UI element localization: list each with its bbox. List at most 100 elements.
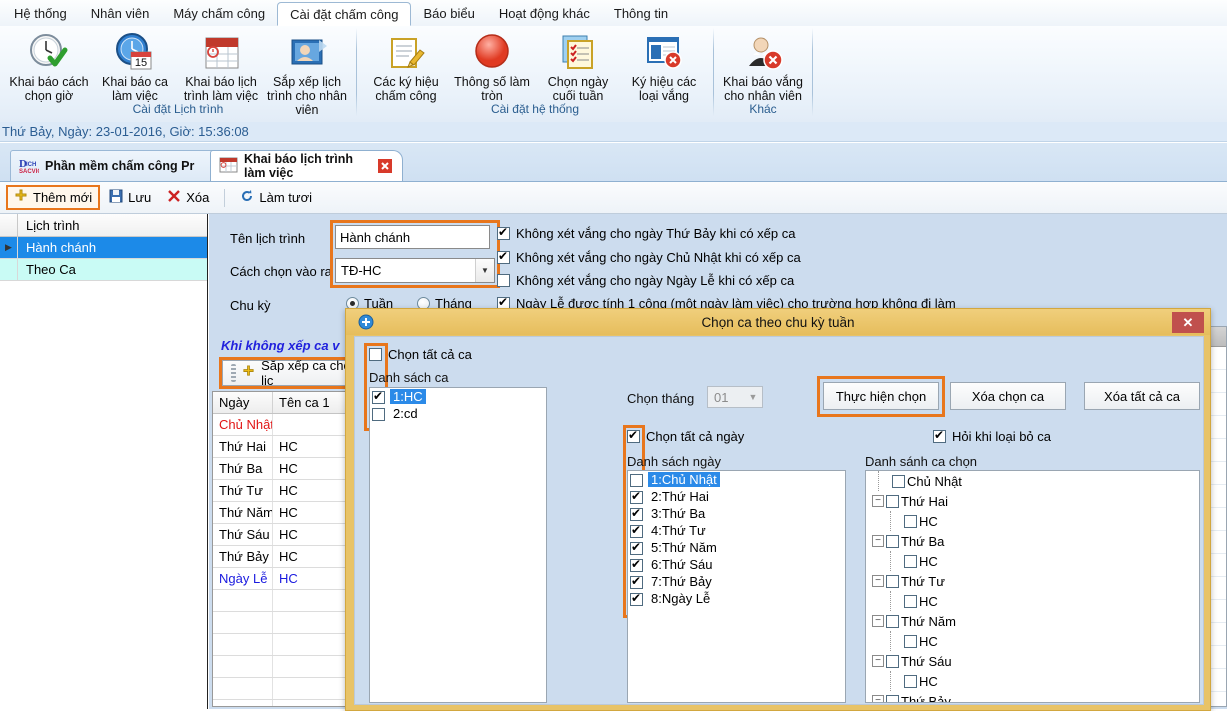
delete-button[interactable]: Xóa (160, 186, 216, 209)
checkbox-indicator[interactable] (630, 473, 643, 487)
save-button[interactable]: Lưu (102, 186, 158, 209)
add-new-button[interactable]: Thêm mới (6, 185, 101, 210)
table-row-empty[interactable] (213, 678, 347, 700)
collapse-icon[interactable]: − (872, 575, 884, 587)
checkbox-indicator[interactable] (886, 614, 899, 628)
dialog-close-button[interactable]: ✕ (1172, 312, 1204, 333)
checkbox-indicator[interactable] (886, 574, 899, 588)
table-row[interactable]: Thứ Bảy HC (213, 546, 347, 568)
list-item[interactable]: 8:Ngày Lễ (628, 590, 845, 607)
drag-grip-handle[interactable] (231, 364, 237, 382)
document-tab-phan-mem-cham-cong[interactable]: D ICH SACVIO Phần mềm chấm công Pr (10, 150, 235, 181)
checkbox-indicator[interactable] (630, 557, 643, 572)
table-row[interactable]: Ngày Lễ HC (213, 568, 347, 590)
table-row-empty[interactable] (213, 700, 347, 706)
month-select[interactable]: 01 ▼ (707, 386, 763, 408)
tree-node[interactable]: HC (866, 591, 1199, 611)
ribbon-button-thong-so-lam-tron[interactable]: Thông số làm tròn (449, 30, 535, 103)
checkbox-indicator[interactable] (630, 574, 643, 589)
document-tab-khai-bao-lich-trinh[interactable]: Khai báo lịch trình làm việc (210, 150, 403, 181)
list-item[interactable]: 3:Thứ Ba (628, 505, 845, 522)
menu-tab-cai-dat-cham-cong[interactable]: Cài đặt chấm công (277, 2, 412, 26)
schedule-name-input[interactable] (335, 225, 490, 249)
clear-all-shift-button[interactable]: Xóa tất cả ca (1084, 382, 1200, 410)
refresh-button[interactable]: Làm tươi (233, 186, 319, 209)
tree-node[interactable]: − Thứ Bảy (866, 691, 1199, 702)
tree-node[interactable]: HC (866, 671, 1199, 691)
checkbox-indicator[interactable] (904, 634, 917, 648)
tree-node[interactable]: − Thứ Tư (866, 571, 1199, 591)
ribbon-button-khai-bao-ca-lam-viec[interactable]: 15 Khai báo ca làm việc (92, 30, 178, 103)
checkbox-indicator[interactable] (630, 489, 643, 504)
inout-method-select[interactable]: TĐ-HC ▼ (335, 258, 495, 283)
ribbon-button-ky-hieu-cac-loai-vang[interactable]: Ký hiệu các loại vắng (621, 30, 707, 103)
tree-node[interactable]: − Thứ Sáu (866, 651, 1199, 671)
tree-node[interactable]: − Thứ Năm (866, 611, 1199, 631)
menu-tab-nhan-vien[interactable]: Nhân viên (79, 0, 162, 26)
ribbon-button-khai-bao-lich-trinh-lam-viec[interactable]: Khai báo lịch trình làm việc (178, 30, 264, 103)
tree-node[interactable]: HC (866, 551, 1199, 571)
table-row[interactable]: Thứ Tư HC (213, 480, 347, 502)
list-item[interactable]: 2:cd (370, 405, 546, 422)
option-khong-xet-vang-chu-nhat[interactable]: Không xét vắng cho ngày Chủ Nhật khi có … (497, 249, 801, 265)
chosen-shift-tree[interactable]: Chủ Nhật − Thứ Hai HC − Thứ Ba HC − Thứ Tư … (865, 470, 1200, 703)
ribbon-button-cac-ky-hieu-cham-cong[interactable]: Các ký hiệu chấm công (363, 30, 449, 103)
table-row[interactable]: Thứ Ba HC (213, 458, 347, 480)
table-row-empty[interactable] (213, 634, 347, 656)
list-item[interactable]: 4:Thứ Tư (628, 522, 845, 539)
collapse-icon[interactable]: − (872, 535, 884, 547)
collapse-icon[interactable]: − (872, 655, 884, 667)
list-item[interactable]: 6:Thứ Sáu (628, 556, 845, 573)
collapse-icon[interactable]: − (872, 695, 884, 702)
close-icon[interactable] (378, 159, 392, 173)
ribbon-button-khai-bao-vang-cho-nhan-vien[interactable]: Khai báo vắng cho nhân viên (720, 30, 806, 103)
table-row[interactable]: Thứ Sáu HC (213, 524, 347, 546)
option-khong-xet-vang-ngay-le[interactable]: Không xét vắng cho ngày Ngày Lễ khi có x… (497, 273, 794, 288)
tree-node[interactable]: HC (866, 631, 1199, 651)
list-item[interactable]: 7:Thứ Bảy (628, 573, 845, 590)
shift-listbox[interactable]: 1:HC 2:cd (369, 387, 547, 703)
tree-node[interactable]: HC (866, 511, 1199, 531)
tree-node[interactable]: Chủ Nhật (866, 471, 1199, 491)
checkbox-indicator[interactable] (630, 540, 643, 555)
table-row[interactable]: Thứ Hai HC (213, 436, 347, 458)
list-item[interactable]: 1:HC (370, 388, 546, 405)
check-all-days[interactable]: Chọn tất cả ngày (627, 428, 744, 444)
table-row-empty[interactable] (213, 612, 347, 634)
menu-tab-thong-tin[interactable]: Thông tin (602, 0, 680, 26)
schedule-row-theo-ca[interactable]: Theo Ca (0, 259, 207, 281)
checkbox-indicator[interactable] (630, 523, 643, 538)
list-item[interactable]: 1:Chủ Nhật (628, 471, 845, 488)
checkbox-indicator[interactable] (630, 506, 643, 521)
day-listbox[interactable]: 1:Chủ Nhật 2:Thứ Hai 3:Thứ Ba 4:Thứ Tư 5… (627, 470, 846, 703)
menu-tab-may-cham-cong[interactable]: Máy chấm công (161, 0, 277, 26)
clear-selected-shift-button[interactable]: Xóa chọn ca (950, 382, 1066, 410)
checkbox-indicator[interactable] (630, 591, 643, 606)
checkbox-indicator[interactable] (372, 407, 385, 421)
checkbox-indicator[interactable] (892, 474, 905, 488)
arrange-shift-button[interactable]: Sắp xếp ca cho lịc (222, 358, 360, 388)
ribbon-button-chon-ngay-cuoi-tuan[interactable]: Chọn ngày cuối tuần (535, 30, 621, 103)
table-row-empty[interactable] (213, 590, 347, 612)
list-item[interactable]: 5:Thứ Năm (628, 539, 845, 556)
menu-tab-hoat-dong-khac[interactable]: Hoạt động khác (487, 0, 602, 26)
table-row[interactable]: Thứ Năm HC (213, 502, 347, 524)
checkbox-indicator[interactable] (886, 534, 899, 548)
menu-tab-bao-bieu[interactable]: Báo biểu (411, 0, 486, 26)
checkbox-indicator[interactable] (886, 494, 899, 508)
menu-tab-he-thong[interactable]: Hệ thống (2, 0, 79, 26)
table-row[interactable]: Chủ Nhật (213, 414, 347, 436)
collapse-icon[interactable]: − (872, 615, 884, 627)
option-khong-xet-vang-thu-bay[interactable]: Không xét vắng cho ngày Thứ Bảy khi có x… (497, 225, 795, 241)
collapse-icon[interactable]: − (872, 495, 884, 507)
checkbox-indicator[interactable] (904, 594, 917, 608)
table-row-empty[interactable] (213, 656, 347, 678)
schedule-row-hanh-chanh[interactable]: ▶ Hành chánh (0, 237, 207, 259)
ribbon-button-khai-bao-cach-chon-gio[interactable]: Khai báo cách chọn giờ (6, 30, 92, 103)
checkbox-indicator[interactable] (886, 654, 899, 668)
checkbox-indicator[interactable] (886, 694, 899, 702)
checkbox-indicator[interactable] (904, 554, 917, 568)
checkbox-indicator[interactable] (372, 389, 385, 404)
tree-node[interactable]: − Thứ Ba (866, 531, 1199, 551)
checkbox-indicator[interactable] (904, 514, 917, 528)
